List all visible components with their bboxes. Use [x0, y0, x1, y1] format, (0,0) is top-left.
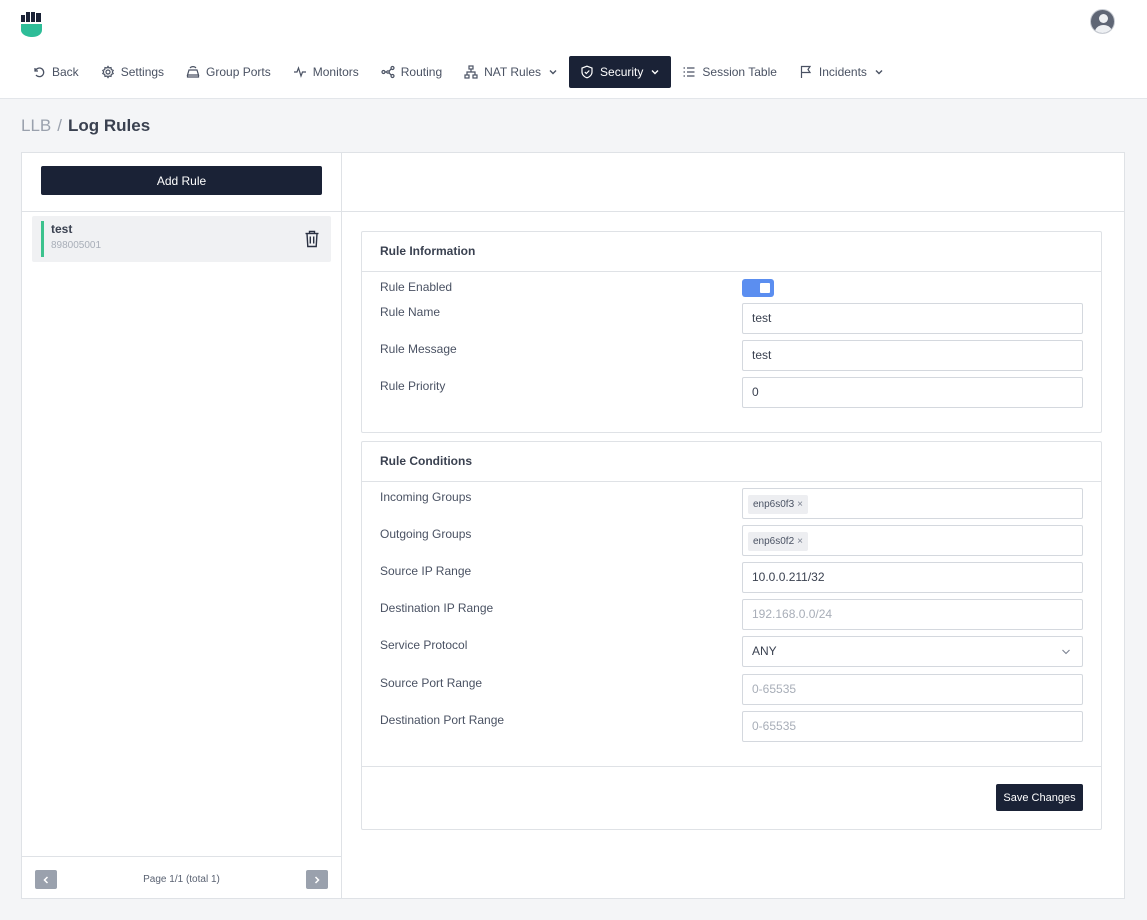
flag-icon	[800, 65, 812, 78]
outgoing-groups-label: Outgoing Groups	[380, 527, 472, 541]
source-port-input[interactable]: 0-65535	[742, 674, 1083, 705]
routing-icon	[381, 65, 395, 79]
selected-indicator	[41, 221, 44, 257]
nav-monitors[interactable]: Monitors	[282, 56, 370, 88]
nav-label: Security	[600, 65, 644, 79]
undo-icon	[34, 67, 45, 78]
group-tag: enp6s0f3 ×	[748, 495, 808, 514]
rule-list-header: Add Rule	[22, 153, 341, 212]
nav-incidents[interactable]: Incidents	[788, 56, 895, 88]
rule-item-id: 898005001	[51, 240, 102, 251]
rule-message-label: Rule Message	[380, 342, 457, 356]
service-protocol-select[interactable]: ANY	[742, 636, 1083, 667]
nav-settings[interactable]: Settings	[90, 56, 175, 88]
rule-priority-label: Rule Priority	[380, 379, 446, 393]
network-icon	[464, 65, 478, 79]
rule-list-column: Add Rule test 898005001 Page 1/1 (total …	[22, 153, 342, 898]
source-port-label: Source Port Range	[380, 676, 483, 690]
nav-label: Incidents	[818, 65, 867, 79]
pagination: Page 1/1 (total 1)	[22, 856, 341, 898]
save-changes-button[interactable]: Save Changes	[996, 784, 1083, 811]
nav-back[interactable]: Back	[21, 56, 90, 88]
chevron-down-icon	[651, 70, 659, 75]
incoming-groups-select[interactable]: enp6s0f3 ×	[742, 488, 1083, 519]
rule-list-item[interactable]: test 898005001	[32, 216, 331, 262]
main-nav: Back Settings Group Ports Monitors Routi…	[21, 56, 895, 88]
chevron-right-icon	[314, 875, 320, 884]
trash-icon[interactable]	[304, 230, 320, 248]
nav-nat-rules[interactable]: NAT Rules	[453, 56, 569, 88]
nav-group-ports[interactable]: Group Ports	[175, 56, 282, 88]
rule-priority-input[interactable]: 0	[742, 377, 1083, 408]
top-bar: Back Settings Group Ports Monitors Routi…	[0, 0, 1147, 99]
source-ip-input[interactable]: 10.0.0.211/32	[742, 562, 1083, 593]
breadcrumb: LLB / Log Rules	[21, 116, 150, 136]
rule-item-name: test	[51, 222, 73, 236]
nav-label: Routing	[400, 65, 443, 79]
chevron-down-icon	[549, 70, 557, 75]
nav-security[interactable]: Security	[569, 56, 672, 88]
chevron-down-icon	[875, 70, 883, 75]
shield-icon	[581, 65, 593, 79]
card-title: Rule Information	[362, 232, 1101, 272]
source-ip-label: Source IP Range	[380, 564, 472, 578]
card-footer: Save Changes	[362, 766, 1101, 829]
nav-label: Group Ports	[206, 65, 271, 79]
tag-remove-icon[interactable]: ×	[797, 536, 803, 547]
main-panel: Add Rule test 898005001 Page 1/1 (total …	[21, 152, 1125, 899]
nav-label: Settings	[120, 65, 165, 79]
rule-message-input[interactable]: test	[742, 340, 1083, 371]
page-title: Log Rules	[67, 116, 151, 135]
rule-conditions-card: Rule Conditions Incoming Groups enp6s0f3…	[361, 441, 1102, 830]
card-title: Rule Conditions	[362, 442, 1101, 482]
tag-label: enp6s0f3	[753, 499, 795, 510]
breadcrumb-root[interactable]: LLB	[21, 116, 51, 135]
destination-port-label: Destination Port Range	[380, 713, 505, 727]
nav-session-table[interactable]: Session Table	[671, 56, 788, 88]
tag-remove-icon[interactable]: ×	[797, 499, 803, 510]
nav-label: NAT Rules	[484, 65, 542, 79]
next-page-button[interactable]	[306, 870, 328, 889]
rule-information-card: Rule Information Rule Enabled Rule Name …	[361, 231, 1102, 433]
chevron-down-icon	[1062, 649, 1070, 655]
service-protocol-label: Service Protocol	[380, 638, 468, 652]
list-icon	[683, 67, 695, 77]
nav-routing[interactable]: Routing	[370, 56, 453, 88]
group-tag: enp6s0f2 ×	[748, 532, 808, 551]
destination-port-input[interactable]: 0-65535	[742, 711, 1083, 742]
rule-enabled-toggle[interactable]	[742, 279, 774, 297]
incoming-groups-label: Incoming Groups	[380, 490, 472, 504]
tag-label: enp6s0f2	[753, 536, 795, 547]
breadcrumb-separator: /	[57, 116, 62, 135]
rule-name-input[interactable]: test	[742, 303, 1083, 334]
outgoing-groups-select[interactable]: enp6s0f2 ×	[742, 525, 1083, 556]
rule-name-label: Rule Name	[380, 305, 441, 319]
nav-label: Back	[52, 65, 79, 79]
add-rule-button[interactable]: Add Rule	[41, 166, 322, 195]
pulse-icon	[293, 66, 306, 78]
gear-icon	[101, 65, 114, 79]
detail-header	[342, 153, 1124, 212]
pagination-text: Page 1/1 (total 1)	[143, 874, 220, 885]
select-value: ANY	[752, 644, 777, 658]
destination-ip-input[interactable]: 192.168.0.0/24	[742, 599, 1083, 630]
fist-logo-icon[interactable]	[21, 11, 43, 37]
nav-label: Session Table	[702, 65, 777, 79]
nav-label: Monitors	[312, 65, 359, 79]
router-icon	[186, 66, 200, 78]
user-avatar[interactable]	[1090, 9, 1115, 34]
rule-enabled-label: Rule Enabled	[380, 280, 453, 294]
destination-ip-label: Destination IP Range	[380, 601, 494, 615]
